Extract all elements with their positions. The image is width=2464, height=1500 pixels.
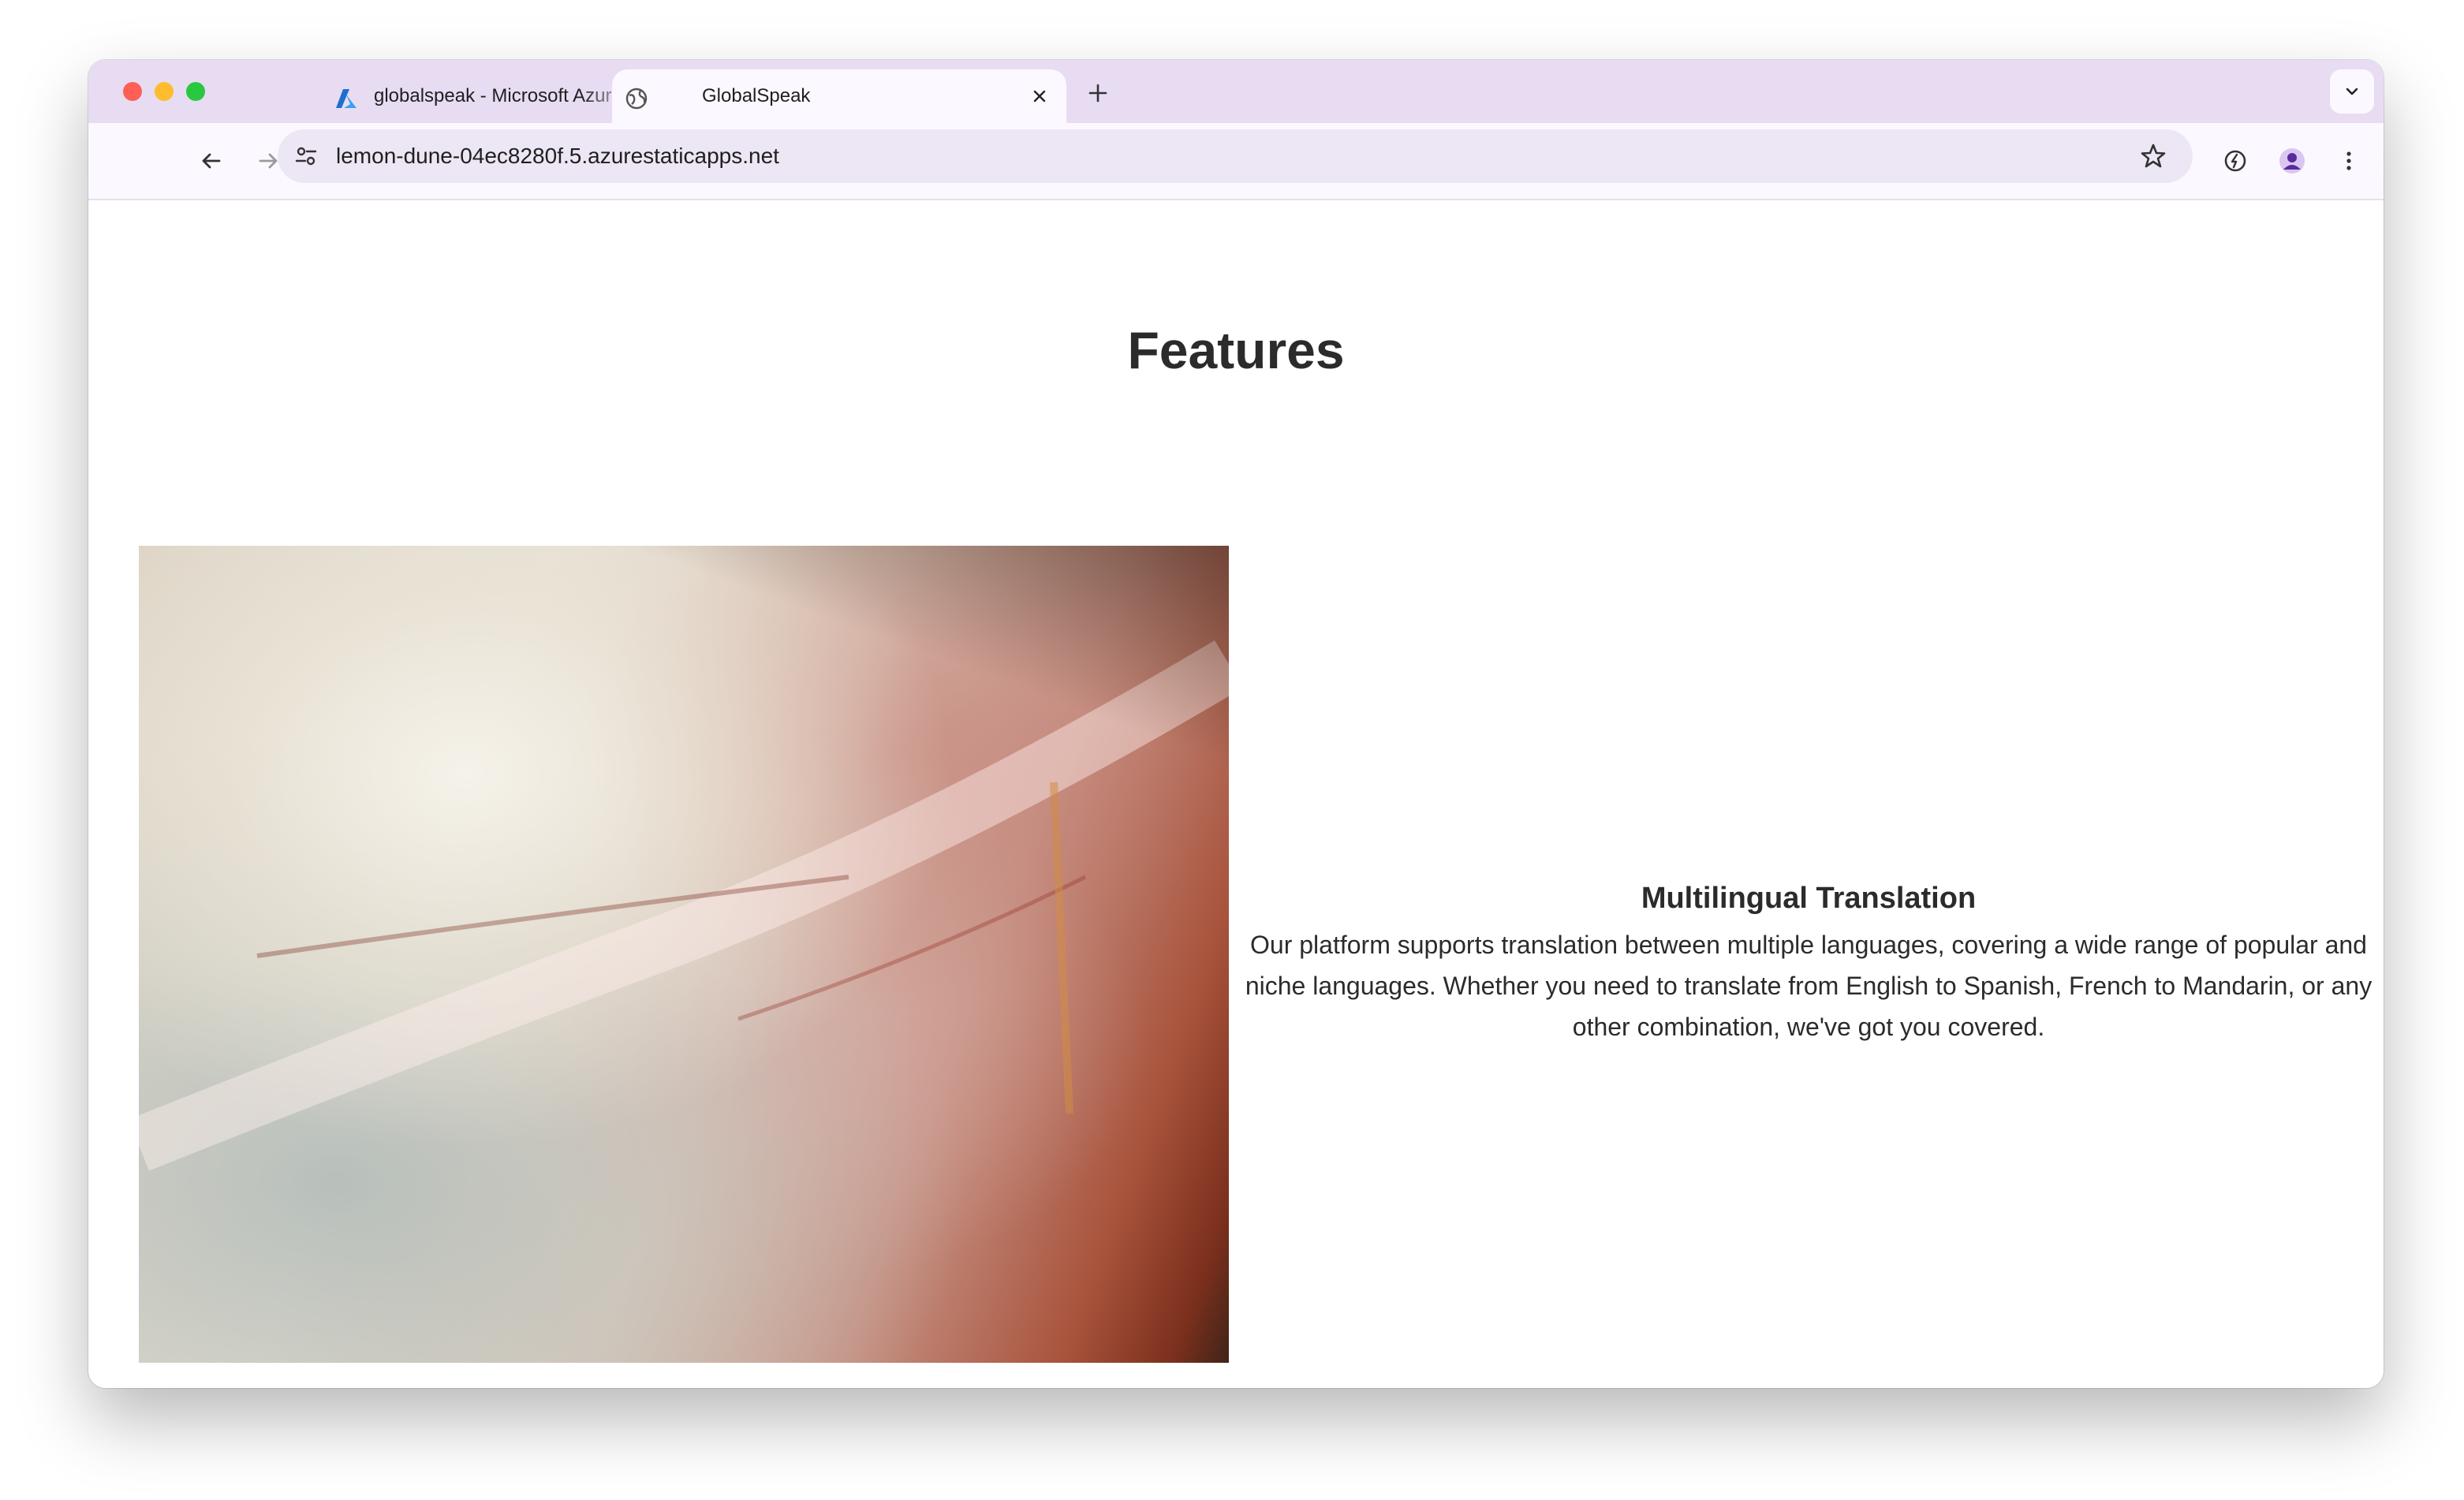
tab-title: globalspeak - Microsoft Azure (374, 85, 622, 106)
browser-toolbar: lemon-dune-04ec8280f.5.azurestaticapps.n… (88, 123, 2384, 200)
new-tab-button[interactable] (1084, 79, 1112, 107)
feature-description: Our platform supports translation betwee… (1245, 930, 2373, 1041)
arrow-right-icon (259, 153, 278, 169)
person-icon (2279, 148, 2305, 174)
kebab-menu-icon (2346, 151, 2351, 170)
window-minimize-button[interactable] (155, 82, 174, 101)
abstract-painting (139, 640, 1229, 1171)
browser-window: globalspeak - Microsoft Azure GlobalSpea… (88, 60, 2384, 1388)
tab-strip: globalspeak - Microsoft Azure GlobalSpea… (88, 60, 2384, 123)
chevron-down-icon (2346, 88, 2358, 95)
page-content: Features Multilingual Translation Our pl… (88, 200, 2384, 1388)
window-close-button[interactable] (123, 82, 142, 101)
feature-title: Multilingual Translation (1641, 882, 1977, 915)
window-maximize-button[interactable] (186, 82, 205, 101)
feature-image (139, 546, 1229, 1363)
tab-search-button[interactable] (2330, 69, 2374, 114)
tab-globalspeak[interactable]: GlobalSpeak (612, 69, 1066, 123)
back-button[interactable] (192, 142, 230, 180)
azure-logo-icon (334, 87, 358, 110)
performance-icon[interactable] (2216, 142, 2254, 180)
page-title: Features (1127, 321, 1345, 379)
url-text[interactable]: lemon-dune-04ec8280f.5.azurestaticapps.n… (336, 129, 779, 183)
bookmark-star-icon[interactable] (2136, 139, 2171, 174)
close-icon[interactable] (1029, 85, 1051, 107)
profile-avatar[interactable] (2273, 142, 2311, 180)
tab-title: GlobalSpeak (702, 85, 811, 106)
address-bar[interactable]: lemon-dune-04ec8280f.5.azurestaticapps.n… (278, 129, 2193, 183)
arrow-left-icon (202, 153, 221, 169)
more-menu-button[interactable] (2330, 142, 2368, 180)
site-settings-icon[interactable] (290, 140, 322, 172)
globe-icon (625, 87, 648, 110)
feature-block: Multilingual Translation Our platform su… (1241, 880, 2376, 1047)
